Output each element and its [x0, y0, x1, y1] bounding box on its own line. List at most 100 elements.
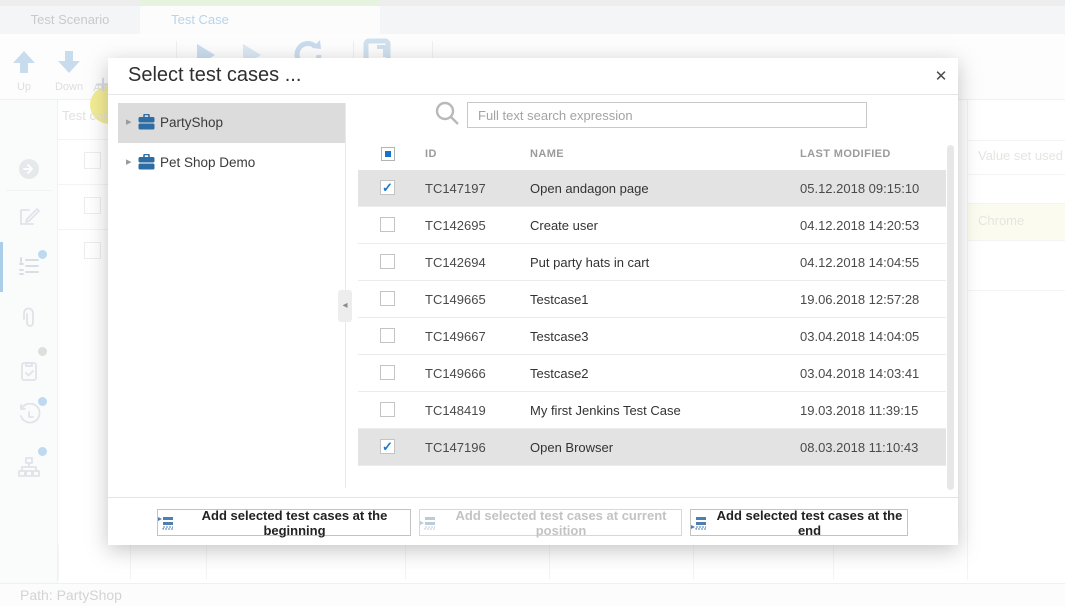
background-row-checkbox[interactable]	[84, 152, 101, 169]
cell-last-modified: 08.03.2018 11:10:43	[800, 440, 918, 455]
cell-name: Testcase3	[530, 329, 589, 344]
row-checkbox[interactable]	[380, 291, 395, 306]
insert-list-middle-icon	[420, 516, 435, 530]
grid-line	[693, 545, 694, 580]
sidebar-item-steps[interactable]	[17, 254, 41, 278]
table-row[interactable]: TC142695 Create user 04.12.2018 14:20:53	[358, 207, 946, 244]
history-clock-icon	[17, 403, 41, 427]
select-all-checkbox[interactable]	[381, 147, 395, 161]
tree-item-pet-shop-demo[interactable]: ▸ Pet Shop Demo	[118, 143, 345, 183]
checklist-badge-dot	[38, 347, 47, 356]
grid-line	[967, 140, 1065, 141]
column-header-name[interactable]: NAME	[530, 148, 564, 160]
insert-list-bottom-icon	[691, 516, 706, 530]
cell-last-modified: 03.04.2018 14:04:05	[800, 329, 919, 344]
table-row[interactable]: TC149665 Testcase1 19.06.2018 12:57:28	[358, 281, 946, 318]
cell-id: TC148419	[425, 403, 486, 418]
row-checkbox[interactable]: ✓	[380, 180, 395, 195]
cell-name: Testcase1	[530, 292, 589, 307]
background-row-checkbox[interactable]	[84, 242, 101, 259]
grid-line	[967, 290, 1065, 291]
row-checkbox[interactable]	[380, 365, 395, 380]
add-at-current-position-button[interactable]: Add selected test cases at current posit…	[419, 509, 682, 536]
cell-name: Put party hats in cart	[530, 255, 649, 270]
table-scrollbar[interactable]	[947, 145, 954, 490]
path-status-text: Path: PartyShop	[20, 587, 122, 603]
status-bar: Path: PartyShop	[0, 583, 1065, 606]
grid-line	[405, 545, 406, 580]
grid-line	[130, 545, 131, 580]
cell-last-modified: 19.03.2018 11:39:15	[800, 403, 918, 418]
grid-line	[206, 545, 207, 580]
left-sidebar	[0, 100, 58, 583]
numbered-list-icon	[17, 254, 41, 278]
tab-test-scenario[interactable]: Test Scenario	[0, 6, 140, 34]
close-icon[interactable]: ✕	[930, 66, 952, 88]
tree-item-label: Pet Shop Demo	[160, 155, 255, 170]
cell-last-modified: 04.12.2018 14:04:55	[800, 255, 919, 270]
move-up-label: Up	[10, 81, 38, 93]
arrow-down-icon	[55, 48, 83, 76]
grid-line	[833, 545, 834, 580]
grid-line	[549, 545, 550, 580]
tab-test-case-label: Test Case	[140, 6, 260, 34]
grid-line	[967, 203, 1065, 204]
row-checkbox[interactable]	[380, 254, 395, 269]
cell-id: TC147197	[425, 181, 486, 196]
row-checkbox[interactable]: ✓	[380, 439, 395, 454]
button-label: Add selected test cases at the end	[712, 508, 907, 538]
cell-name: Open andagon page	[530, 181, 649, 196]
table-row[interactable]: TC142694 Put party hats in cart 04.12.20…	[358, 244, 946, 281]
sidebar-item-run[interactable]	[17, 157, 41, 181]
background-row-checkbox[interactable]	[84, 197, 101, 214]
cell-name: Open Browser	[530, 440, 613, 455]
search-icon	[434, 100, 460, 126]
sidebar-item-attachments[interactable]	[17, 306, 41, 330]
column-header-last-modified[interactable]: LAST MODIFIED	[800, 148, 891, 160]
value-set-cell-text: Chrome	[978, 213, 1024, 228]
panel-collapse-handle[interactable]: ◂	[338, 290, 352, 322]
row-checkbox[interactable]	[380, 217, 395, 232]
sidebar-item-checklist[interactable]	[17, 359, 41, 383]
grid-line	[967, 174, 1065, 175]
cell-id: TC147196	[425, 440, 486, 455]
caret-right-icon[interactable]: ▸	[126, 115, 132, 128]
tree-item-partyshop[interactable]: ▸ PartyShop	[118, 103, 345, 143]
cell-last-modified: 04.12.2018 14:20:53	[800, 218, 919, 233]
footer-divider	[108, 497, 958, 498]
briefcase-icon	[138, 114, 155, 130]
sidebar-item-hierarchy[interactable]	[17, 455, 41, 479]
caret-right-icon[interactable]: ▸	[126, 155, 132, 168]
column-header-id[interactable]: ID	[425, 148, 437, 160]
project-tree: ▸ PartyShop ▸ Pet Shop Demo	[118, 103, 345, 183]
table-row[interactable]: ✓ TC147197 Open andagon page 05.12.2018 …	[358, 170, 946, 207]
arrow-circle-icon	[17, 157, 41, 181]
table-row[interactable]: TC148419 My first Jenkins Test Case 19.0…	[358, 392, 946, 429]
checkmark-icon: ✓	[382, 180, 393, 196]
search-input[interactable]	[467, 102, 867, 128]
value-set-cell[interactable]: Chrome	[968, 204, 1065, 240]
button-label: Add selected test cases at the beginning	[179, 508, 410, 538]
row-checkbox[interactable]	[380, 402, 395, 417]
table-row[interactable]: TC149667 Testcase3 03.04.2018 14:04:05	[358, 318, 946, 355]
cell-id: TC149666	[425, 366, 486, 381]
add-at-end-button[interactable]: Add selected test cases at the end	[690, 509, 908, 536]
sidebar-divider	[6, 190, 52, 191]
table-row[interactable]: TC149666 Testcase2 03.04.2018 14:03:41	[358, 355, 946, 392]
cell-name: Create user	[530, 218, 598, 233]
add-at-beginning-button[interactable]: Add selected test cases at the beginning	[157, 509, 411, 536]
sidebar-item-history[interactable]	[17, 403, 41, 427]
value-set-column-header: Value set used	[978, 148, 1063, 163]
tab-test-case[interactable]: Test Case	[140, 6, 380, 34]
sidebar-item-edit[interactable]	[17, 204, 41, 228]
cell-name: Testcase2	[530, 366, 589, 381]
paperclip-icon	[17, 306, 41, 330]
cell-last-modified: 05.12.2018 09:15:10	[800, 181, 919, 196]
select-test-cases-dialog: Select test cases ... ✕ ▸ PartyShop ▸ Pe…	[108, 58, 958, 545]
table-row[interactable]: ✓ TC147196 Open Browser 08.03.2018 11:10…	[358, 429, 946, 466]
move-up-button[interactable]: Up	[10, 48, 38, 94]
move-down-button[interactable]: Down	[52, 48, 86, 94]
active-sidebar-indicator	[0, 242, 3, 292]
row-checkbox[interactable]	[380, 328, 395, 343]
clipboard-check-icon	[17, 359, 41, 383]
